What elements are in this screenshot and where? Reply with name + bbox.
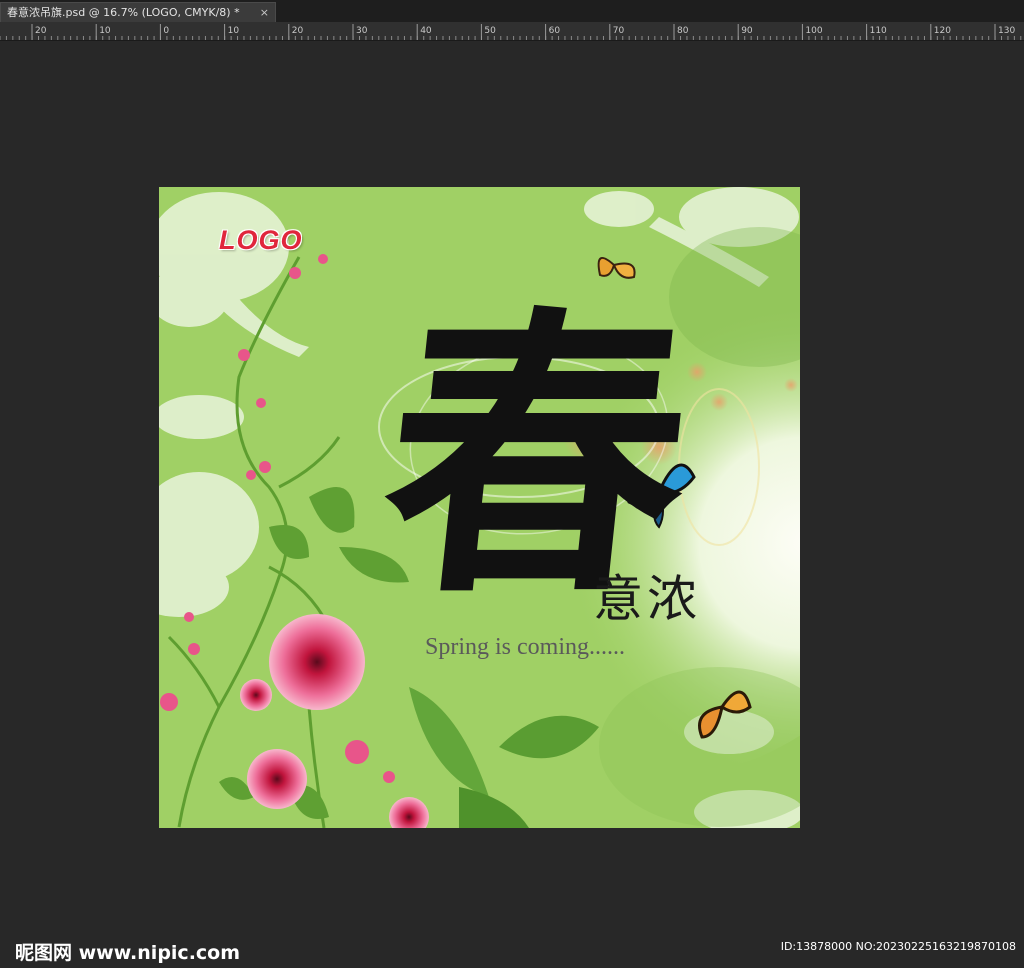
ruler-label: 60 [549, 26, 561, 36]
artboard[interactable]: LOGO 春 意浓 Spring is coming...... [159, 187, 800, 828]
sub-calligraphy-characters: 意浓 [593, 570, 701, 628]
watermark-id: ID:13878000 NO:20230225163219870108 [780, 940, 1016, 953]
ruler-label: 20 [292, 26, 304, 36]
document-tab-title: 春意浓吊旗.psd @ 16.7% (LOGO, CMYK/8) * [7, 6, 240, 19]
ruler-label: 30 [356, 26, 368, 36]
document-tab[interactable]: 春意浓吊旗.psd @ 16.7% (LOGO, CMYK/8) * × [0, 2, 276, 22]
ruler-ticks: 20 10 0 10 20 30 40 50 60 70 80 90 100 110 120 130 [0, 24, 1022, 40]
ruler-label: 120 [934, 26, 951, 36]
ruler-label: 110 [870, 26, 887, 36]
tab-bar: 春意浓吊旗.psd @ 16.7% (LOGO, CMYK/8) * × [0, 0, 1024, 23]
ruler-label: 0 [163, 26, 169, 36]
ruler-label: 100 [805, 26, 822, 36]
watermark-bar: 昵图网 www.nipic.com ID:13878000 NO:2023022… [0, 928, 1024, 968]
ruler-label: 10 [228, 26, 240, 36]
ruler-label: 70 [613, 26, 625, 36]
close-icon[interactable]: × [260, 3, 269, 22]
ruler-label: 50 [484, 26, 496, 36]
ruler-label: 40 [420, 26, 432, 36]
ruler-label: 90 [741, 26, 753, 36]
ruler-label: 130 [998, 26, 1015, 36]
horizontal-ruler[interactable]: 20 10 0 10 20 30 40 50 60 70 80 90 100 110 120 130 [0, 22, 1024, 41]
ruler-label: 20 [35, 26, 47, 36]
ruler-label: 10 [99, 26, 111, 36]
ruler-label: 80 [677, 26, 689, 36]
watermark-site: 昵图网 www.nipic.com [15, 942, 241, 964]
tagline-text: Spring is coming...... [425, 634, 626, 660]
logo-text: LOGO [219, 225, 303, 255]
